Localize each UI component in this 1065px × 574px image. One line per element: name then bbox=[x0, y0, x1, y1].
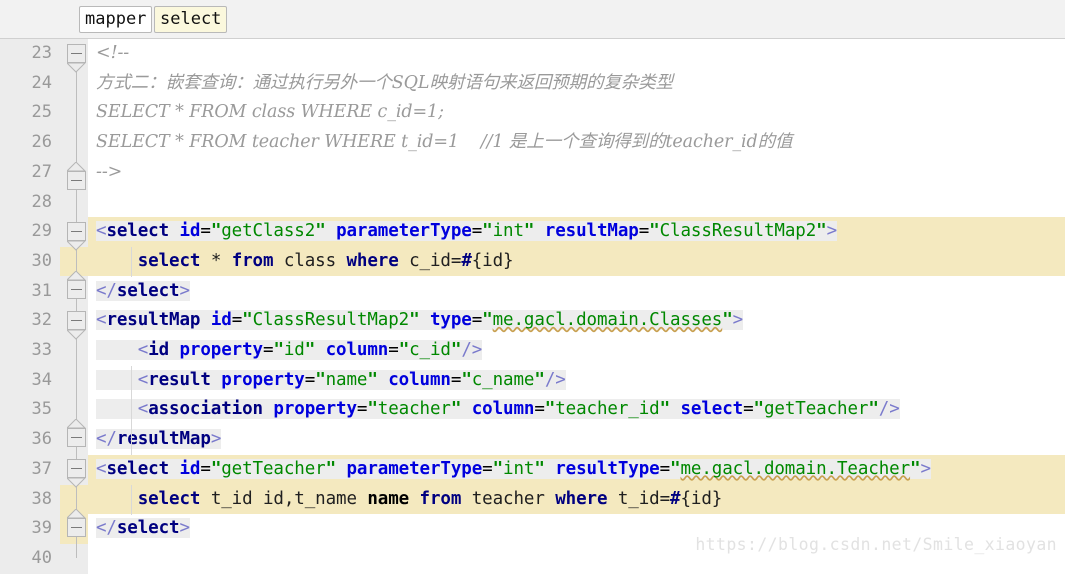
code-line-35[interactable]: 35 <association property="teacher" colum… bbox=[0, 395, 1065, 425]
fold-marker-line-32[interactable] bbox=[67, 311, 86, 330]
code-line-33[interactable]: 33 <id property="id" column="c_id"/> bbox=[0, 336, 1065, 366]
code-line-28[interactable]: 28 bbox=[0, 188, 1065, 218]
fold-tip-line-31 bbox=[67, 271, 86, 281]
code-line-37[interactable]: 37 <select id="getTeacher" parameterType… bbox=[0, 455, 1065, 485]
line-number: 35 bbox=[31, 399, 52, 420]
fold-tip-line-27 bbox=[67, 162, 86, 172]
line-number: 40 bbox=[31, 547, 52, 568]
code-content: <result property="name" column="c_name"/… bbox=[96, 366, 566, 396]
line-number: 32 bbox=[31, 310, 52, 331]
code-line-31[interactable]: 31 </select> bbox=[0, 277, 1065, 307]
watermark-text: https://blog.csdn.net/Smile_xiaoyan bbox=[695, 535, 1057, 554]
comment-text: 方式二：嵌套查询：通过执行另外一个SQL映射语句来返回预期的复杂类型 bbox=[96, 72, 674, 93]
code-content: SELECT * FROM class WHERE c_id=1; bbox=[96, 98, 444, 128]
line-number: 38 bbox=[31, 488, 52, 509]
code-content: <id property="id" column="c_id"/> bbox=[96, 336, 482, 366]
indent-guide-1 bbox=[131, 247, 132, 277]
code-content: 方式二：嵌套查询：通过执行另外一个SQL映射语句来返回预期的复杂类型 bbox=[96, 69, 673, 99]
fold-marker-line-36[interactable] bbox=[67, 428, 86, 447]
fold-marker-line-37[interactable] bbox=[67, 459, 86, 478]
fold-tip-line-36 bbox=[67, 419, 86, 429]
fold-tip-line-32 bbox=[67, 330, 86, 340]
code-line-27[interactable]: 27 --> bbox=[0, 158, 1065, 188]
line-number: 34 bbox=[31, 369, 52, 390]
breadcrumb-item-mapper[interactable]: mapper bbox=[79, 6, 153, 33]
code-editor[interactable]: 23 <!-- 24 方式二：嵌套查询：通过执行另外一个SQL映射语句来返回预期… bbox=[0, 39, 1065, 574]
line-number: 39 bbox=[31, 518, 52, 539]
breadcrumb-item-select[interactable]: select bbox=[154, 6, 228, 33]
code-line-29[interactable]: 29 <select id="getClass2" parameterType=… bbox=[0, 217, 1065, 247]
line-number: 27 bbox=[31, 161, 52, 182]
comment-text: SELECT * FROM class WHERE c_id=1; bbox=[96, 102, 444, 123]
code-line-25[interactable]: 25 SELECT * FROM class WHERE c_id=1; bbox=[0, 98, 1065, 128]
code-content: <resultMap id="ClassResultMap2" type="me… bbox=[96, 310, 744, 331]
comment-text: SELECT * FROM teacher WHERE t_id=1 //1 是… bbox=[96, 132, 793, 153]
code-content: select t_id id,t_name name from teacher … bbox=[137, 488, 723, 509]
line-number: 36 bbox=[31, 429, 52, 450]
code-content: </select> bbox=[96, 280, 190, 301]
line-number: 37 bbox=[31, 458, 52, 479]
line-number: 25 bbox=[31, 102, 52, 123]
line-number: 26 bbox=[31, 132, 52, 153]
fold-tip-line-39 bbox=[67, 509, 86, 519]
code-content: SELECT * FROM teacher WHERE t_id=1 //1 是… bbox=[96, 128, 793, 158]
fold-marker-line-39[interactable] bbox=[67, 518, 86, 537]
line-number: 33 bbox=[31, 340, 52, 360]
fold-marker-line-27[interactable] bbox=[67, 171, 86, 190]
code-line-23[interactable]: 23 <!-- bbox=[0, 39, 1065, 69]
code-content: select * from class where c_id=#{id} bbox=[137, 250, 514, 271]
code-content: <association property="teacher" column="… bbox=[96, 395, 900, 425]
fold-marker-line-31[interactable] bbox=[67, 280, 86, 299]
line-number: 31 bbox=[31, 280, 52, 301]
indent-guide-3 bbox=[131, 485, 132, 515]
breadcrumb-bar: mapper select bbox=[0, 0, 1065, 39]
code-line-30[interactable]: 30 select * from class where c_id=#{id} bbox=[0, 247, 1065, 277]
line-number: 30 bbox=[31, 250, 52, 271]
code-line-32[interactable]: 32 <resultMap id="ClassResultMap2" type=… bbox=[0, 306, 1065, 336]
fold-tip-line-29 bbox=[67, 241, 86, 251]
fold-marker-line-29[interactable] bbox=[67, 222, 86, 241]
line-number: 23 bbox=[31, 43, 52, 63]
line-number: 28 bbox=[31, 191, 52, 212]
line-number: 29 bbox=[31, 221, 52, 242]
code-content: </select> bbox=[96, 518, 190, 539]
code-line-34[interactable]: 34 <result property="name" column="c_nam… bbox=[0, 366, 1065, 396]
code-content: <select id="getClass2" parameterType="in… bbox=[96, 221, 838, 242]
code-content: <!-- bbox=[96, 43, 130, 63]
fold-tip-line-23 bbox=[67, 63, 86, 73]
line-number: 24 bbox=[31, 72, 52, 93]
code-content: </resultMap> bbox=[96, 429, 222, 450]
code-content: <select id="getTeacher" parameterType="i… bbox=[96, 458, 931, 479]
code-content: --> bbox=[96, 161, 123, 182]
code-line-26[interactable]: 26 SELECT * FROM teacher WHERE t_id=1 //… bbox=[0, 128, 1065, 158]
code-line-36[interactable]: 36 </resultMap> bbox=[0, 425, 1065, 455]
indent-guide-2 bbox=[131, 366, 132, 455]
fold-marker-line-23[interactable] bbox=[67, 44, 86, 63]
code-line-38[interactable]: 38 select t_id id,t_name name from teach… bbox=[0, 485, 1065, 515]
code-line-24[interactable]: 24 方式二：嵌套查询：通过执行另外一个SQL映射语句来返回预期的复杂类型 bbox=[0, 69, 1065, 99]
fold-tip-line-37 bbox=[67, 478, 86, 488]
